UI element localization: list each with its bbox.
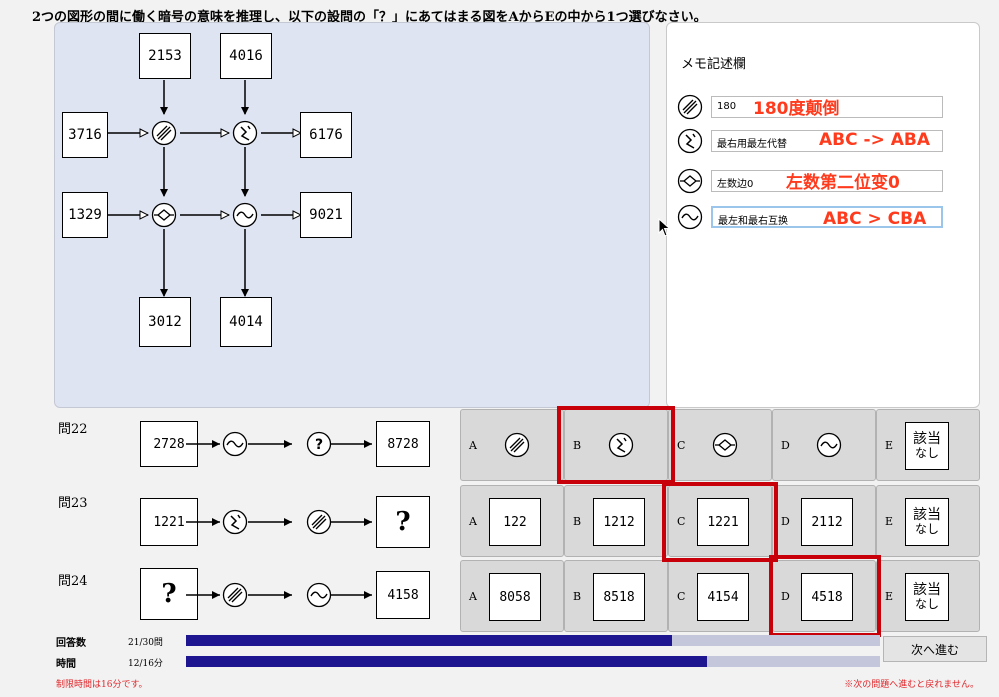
diagram-box-right-bottom: 9021 <box>300 192 352 238</box>
option-value: 4154 <box>697 573 749 621</box>
question-23-label: 問23 <box>58 496 88 511</box>
option-value: 8518 <box>593 573 645 621</box>
diamond-circle-icon <box>677 168 703 194</box>
slash-circle-icon <box>222 582 248 608</box>
q24-option-a[interactable]: A 8058 <box>460 560 564 632</box>
q22-option-d[interactable]: D <box>772 409 876 481</box>
option-value: 2112 <box>801 498 853 546</box>
wave-circle-icon <box>306 582 332 608</box>
answered-progress-bar <box>186 635 880 646</box>
highlight-q22-b <box>557 406 675 484</box>
wave-circle-icon <box>816 432 842 458</box>
none-applicable-box: 該当 なし <box>905 422 949 470</box>
memo-note-2: ABC -> ABA <box>819 130 930 150</box>
q22-option-a[interactable]: A <box>460 409 564 481</box>
diagram-box-left-bottom: 1329 <box>62 192 108 238</box>
highlight-q24-d <box>769 555 881 637</box>
next-button[interactable]: 次へ進む <box>883 636 987 662</box>
mouse-cursor-icon <box>658 218 671 237</box>
memo-note-1: 180度颠倒 <box>753 99 840 119</box>
none-applicable-box: 該当 なし <box>905 573 949 621</box>
memo-title: メモ記述欄 <box>681 57 747 72</box>
diagram-box-bottom-right: 4014 <box>220 297 272 347</box>
diamond-circle-icon <box>151 202 177 228</box>
s-circle-icon <box>222 509 248 535</box>
q24-right-box: 4158 <box>376 571 430 619</box>
option-value: 1212 <box>593 498 645 546</box>
q22-right-box: 8728 <box>376 421 430 467</box>
s-circle-icon <box>232 120 258 146</box>
q22-option-c[interactable]: C <box>668 409 772 481</box>
diagram-box-bottom-left: 3012 <box>139 297 191 347</box>
q24-chain <box>186 591 372 599</box>
q24-option-e[interactable]: E 該当 なし <box>876 560 980 632</box>
memo-note-4: ABC > CBA <box>823 209 927 229</box>
diagram-box-left-top: 3716 <box>62 112 108 158</box>
s-circle-icon <box>677 128 703 154</box>
question-24-label: 問24 <box>58 574 88 589</box>
question-22-label: 問22 <box>58 422 88 437</box>
q23-option-a[interactable]: A 122 <box>460 485 564 557</box>
diagram-panel <box>54 22 650 408</box>
memo-panel: メモ記述欄 180 最右用最左代替 左数边0 最左和最右互换 180度颠倒 AB… <box>666 22 980 408</box>
slash-circle-icon <box>504 432 530 458</box>
time-label: 時間 <box>56 659 76 670</box>
answered-label: 回答数 <box>56 638 86 649</box>
q24-option-b[interactable]: B 8518 <box>564 560 668 632</box>
q23-right-box: ? <box>376 496 430 548</box>
wave-circle-icon <box>232 202 258 228</box>
wave-circle-icon <box>222 431 248 457</box>
time-progress-bar <box>186 656 880 667</box>
time-progress-fill <box>186 656 707 667</box>
diagram-box-top-left: 2153 <box>139 33 191 79</box>
slash-circle-icon <box>151 120 177 146</box>
q24-option-c[interactable]: C 4154 <box>668 560 772 632</box>
q23-option-b[interactable]: B 1212 <box>564 485 668 557</box>
question-circle-icon: ? <box>306 431 332 457</box>
slash-circle-icon <box>677 94 703 120</box>
q22-chain <box>186 440 372 448</box>
memo-note-3: 左数第二位变0 <box>786 173 900 193</box>
diamond-circle-icon <box>712 432 738 458</box>
slash-circle-icon <box>306 509 332 535</box>
svg-text:?: ? <box>315 437 323 453</box>
q23-chain <box>186 518 372 526</box>
option-value: 8058 <box>489 573 541 621</box>
none-applicable-box: 該当 なし <box>905 498 949 546</box>
answered-progress-fill <box>186 635 672 646</box>
q23-option-e[interactable]: E 該当 なし <box>876 485 980 557</box>
q22-option-e[interactable]: E 該当 なし <box>876 409 980 481</box>
answered-value: 21/30問 <box>128 638 163 648</box>
time-limit-note: 制限時間は16分です。 <box>56 680 148 690</box>
option-value: 122 <box>489 498 541 546</box>
wave-circle-icon <box>677 204 703 230</box>
highlight-q23-c <box>662 482 778 562</box>
no-return-warning: ※次の問題へ進むと戻れません。 <box>844 680 979 690</box>
q23-option-d[interactable]: D 2112 <box>772 485 876 557</box>
diagram-box-right-top: 6176 <box>300 112 352 158</box>
diagram-box-top-right: 4016 <box>220 33 272 79</box>
time-value: 12/16分 <box>128 659 163 669</box>
